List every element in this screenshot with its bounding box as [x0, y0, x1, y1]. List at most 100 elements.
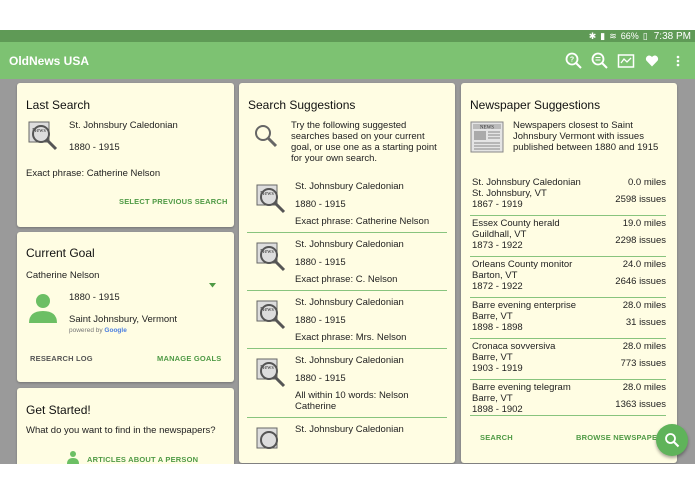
floating-search-button[interactable] [656, 424, 688, 456]
newspaper-years: 1898 - 1902 [472, 404, 523, 415]
newspaper-distance: 19.0 miles [622, 218, 666, 229]
powered-by-label: powered by [69, 327, 103, 334]
suggestion-query-continued: Catherine [295, 401, 337, 412]
newspaper-place: Barre, VT [472, 311, 513, 322]
overflow-menu-icon[interactable] [669, 52, 687, 70]
newspaper-place: Barre, VT [472, 393, 513, 404]
search-list-icon[interactable] [591, 52, 609, 70]
newspaper-distance: 24.0 miles [622, 259, 666, 270]
newspaper-row[interactable]: Barre evening telegram Barre, VT 1898 - … [470, 380, 666, 415]
powered-by-google: powered by Google [69, 327, 127, 334]
suggestion-item[interactable]: News St. Johnsbury Caledonian 1880 - 191… [247, 291, 447, 349]
suggestion-query: Exact phrase: Catherine Nelson [295, 216, 430, 227]
newspaper-name: St. Johnsbury Caledonian [472, 177, 581, 188]
battery-icon: ▯ [642, 30, 648, 41]
newspaper-row[interactable]: Essex County herald Guildhall, VT 1873 -… [470, 216, 666, 257]
last-search-card: Last Search News St. Johnsbury Caledonia… [17, 83, 234, 227]
manage-goals-button[interactable]: MANAGE GOALS [157, 354, 221, 363]
suggestion-item[interactable]: News St. Johnsbury Caledonian 1880 - 191… [247, 233, 447, 291]
newspaper-search-icon: News [27, 120, 61, 159]
search-icon [253, 123, 279, 154]
browse-newspapers-button[interactable]: BROWSE NEWSPAPERS [576, 433, 668, 442]
current-goal-card: Current Goal Catherine Nelson 1880 - 191… [17, 232, 234, 382]
search-help-icon[interactable]: ? [565, 52, 583, 70]
newspaper-years: 1872 - 1922 [472, 281, 523, 292]
suggestion-paper: St. Johnsbury Caledonian [295, 355, 404, 366]
search-suggestions-card: Search Suggestions Try the following sug… [239, 83, 455, 463]
newspaper-place: Guildhall, VT [472, 229, 527, 240]
newspaper-row[interactable]: Orleans County monitor Barton, VT 1872 -… [470, 257, 666, 298]
bluetooth-icon: ✱ [588, 30, 597, 41]
newspaper-row[interactable]: Cronaca sovversiva Barre, VT 1903 - 1919… [470, 339, 666, 380]
get-started-heading: Get Started! [26, 403, 91, 417]
app-bar: OldNews USA ? [0, 42, 695, 79]
select-previous-search-button[interactable]: SELECT PREVIOUS SEARCH [119, 197, 228, 206]
newspaper-issues: 31 issues [625, 317, 666, 328]
suggestion-years: 1880 - 1915 [295, 373, 346, 384]
search-button[interactable]: SEARCH [480, 433, 513, 442]
newspaper-name: Barre evening telegram [472, 382, 571, 393]
newspaper-issues: 2598 issues [615, 194, 666, 205]
newspaper-search-icon: News [255, 241, 289, 280]
newspaper-row[interactable]: St. Johnsbury Caledonian St. Johnsbury, … [470, 175, 666, 216]
newspaper-name: Barre evening enterprise [472, 300, 577, 311]
suggestions-intro-2: searches based on your current [291, 131, 425, 142]
newspaper-search-icon [255, 426, 289, 463]
dropdown-arrow-icon[interactable] [209, 275, 216, 293]
battery-level: 66% [620, 31, 639, 41]
suggestion-item[interactable]: News St. Johnsbury Caledonian 1880 - 191… [247, 349, 447, 418]
newspaper-years: 1873 - 1922 [472, 240, 523, 251]
newspaper-place: St. Johnsbury, VT [472, 188, 547, 199]
goal-years: 1880 - 1915 [69, 292, 120, 303]
goal-person-name[interactable]: Catherine Nelson [26, 270, 99, 281]
newspaper-issues: 773 issues [620, 358, 666, 369]
search-suggestions-heading: Search Suggestions [248, 98, 356, 112]
last-search-years: 1880 - 1915 [69, 142, 120, 153]
newspaper-years: 1903 - 1919 [472, 363, 523, 374]
articles-about-person-button[interactable]: ARTICLES ABOUT A PERSON [87, 455, 198, 464]
suggestions-intro-4: for your own search. [291, 153, 378, 164]
dashboard: Last Search News St. Johnsbury Caledonia… [0, 79, 695, 468]
newspaper-intro-3: published between 1880 and 1915 [513, 142, 659, 153]
suggestion-item[interactable]: News St. Johnsbury Caledonian 1880 - 191… [247, 175, 447, 233]
suggestion-paper: St. Johnsbury Caledonian [295, 424, 404, 435]
search-icon [665, 433, 680, 448]
suggestion-query: All within 10 words: Nelson [295, 390, 409, 401]
suggestions-intro-3: goal, or use one as a starting point [291, 142, 437, 153]
newspaper-distance: 28.0 miles [622, 300, 666, 311]
last-search-phrase: Exact phrase: Catherine Nelson [26, 168, 161, 179]
heart-icon[interactable] [643, 52, 661, 70]
newspaper-intro-2: Johnsbury Vermont with issues [513, 131, 644, 142]
divider [470, 415, 666, 416]
newspaper-distance: 28.0 miles [622, 382, 666, 393]
goal-place: Saint Johnsbury, Vermont [69, 314, 178, 325]
newspaper-issues: 2298 issues [615, 235, 666, 246]
svg-text:?: ? [570, 56, 574, 63]
newspaper-name: Orleans County monitor [472, 259, 573, 270]
status-bar: ✱ ▮ ≋ 66% ▯ 7:38 PM [0, 30, 695, 42]
newspaper-list[interactable]: St. Johnsbury Caledonian St. Johnsbury, … [461, 175, 677, 415]
get-started-question: What do you want to find in the newspape… [26, 425, 216, 436]
suggestion-years: 1880 - 1915 [295, 257, 346, 268]
suggestions-intro-1: Try the following suggested [291, 120, 407, 131]
last-search-paper: St. Johnsbury Caledonian [69, 120, 178, 131]
app-title: OldNews USA [9, 53, 90, 68]
clock: 7:38 PM [653, 30, 691, 42]
newspaper-distance: 28.0 miles [622, 341, 666, 352]
suggestion-item[interactable]: St. Johnsbury Caledonian [247, 418, 447, 463]
research-log-button[interactable]: RESEARCH LOG [30, 354, 93, 363]
suggestion-paper: St. Johnsbury Caledonian [295, 239, 404, 250]
newspaper-search-icon: News [255, 299, 289, 338]
newspaper-search-icon: News [255, 357, 289, 396]
suggestion-query: Exact phrase: Mrs. Nelson [295, 332, 407, 343]
newspaper-name: Cronaca sovversiva [472, 341, 556, 352]
newspaper-distance: 0.0 miles [627, 177, 666, 188]
newspaper-years: 1898 - 1898 [472, 322, 523, 333]
bottom-area [0, 464, 695, 494]
newspaper-icon: NEWS [470, 120, 504, 159]
last-search-heading: Last Search [26, 98, 91, 112]
current-goal-heading: Current Goal [26, 246, 95, 260]
newspaper-row[interactable]: Barre evening enterprise Barre, VT 1898 … [470, 298, 666, 339]
newspaper-search-icon: News [255, 183, 289, 222]
map-icon[interactable] [617, 52, 635, 70]
